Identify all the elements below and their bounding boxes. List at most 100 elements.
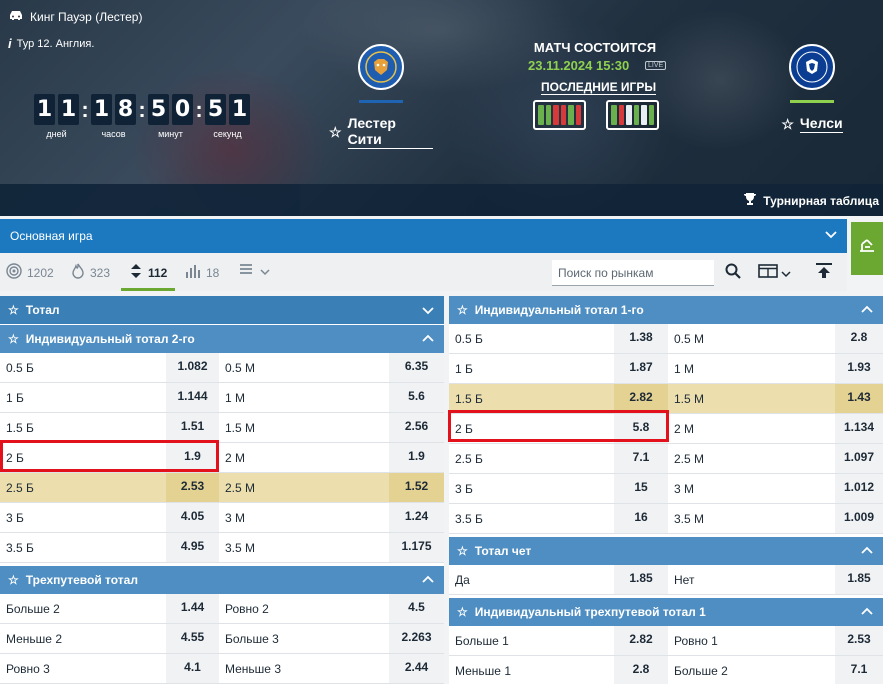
odds-button[interactable]: 1.134 <box>835 414 883 443</box>
odds-button[interactable]: 1.43 <box>835 384 883 413</box>
odds-button[interactable]: 2.44 <box>389 654 444 683</box>
market-search-input[interactable]: Поиск по рынкам <box>552 260 714 286</box>
filter-sorted[interactable]: 112 <box>129 263 167 282</box>
odds-button[interactable]: 2.82 <box>614 384 668 413</box>
odds-button[interactable]: 1.52 <box>389 473 444 502</box>
odds-button[interactable]: 2.8 <box>614 656 668 684</box>
chevron-down-icon <box>260 265 270 279</box>
odds-button[interactable]: 1.012 <box>835 474 883 503</box>
star-icon[interactable]: ☆ <box>457 544 468 558</box>
odds-button[interactable]: 1.24 <box>389 503 444 532</box>
outcome-label: Больше 2 <box>6 601 60 616</box>
market-row: Меньше 1 2.8 Больше 2 7.1 <box>449 656 883 684</box>
outcome-label: 2 Б <box>6 450 24 465</box>
odds-button[interactable]: 1.097 <box>835 444 883 473</box>
outcome-label: 3.5 М <box>674 511 705 526</box>
away-team[interactable]: ☆ Челси <box>770 44 854 133</box>
timer-hours: 18 часов <box>91 94 136 139</box>
ind2-market-rows: 0.5 Б 1.082 0.5 М 6.35 1 Б 1.144 1 М 5.6 1.5 Б 1.… <box>0 353 444 563</box>
home-team-name[interactable]: Лестер Сити <box>347 115 433 149</box>
odds-button[interactable]: 4.95 <box>166 533 219 562</box>
market-header-ind3[interactable]: ☆ Индивидуальный трехпутевой тотал 1 <box>449 598 883 626</box>
odds-button[interactable]: 4.5 <box>389 594 444 623</box>
list-view-toggle[interactable] <box>239 263 270 280</box>
filter-popular[interactable]: 323 <box>71 263 110 282</box>
odds-button[interactable]: 2.263 <box>389 624 444 653</box>
odds-button[interactable]: 1.144 <box>166 383 219 412</box>
odds-button[interactable]: 2.53 <box>835 626 883 655</box>
odds-button[interactable]: 1.44 <box>166 594 219 623</box>
market-row: 1 Б 1.87 1 М 1.93 <box>449 354 883 384</box>
tournament-title: Кинг Пауэр (Лестер) <box>8 9 142 24</box>
timer-minutes: 50 минут <box>148 94 193 139</box>
last-games-link[interactable]: ПОСЛЕДНИЕ ИГРЫ <box>541 80 657 95</box>
odds-button[interactable]: 15 <box>614 474 668 503</box>
target-icon <box>6 263 22 282</box>
odds-button[interactable]: 7.1 <box>835 656 883 684</box>
star-icon[interactable]: ☆ <box>457 605 468 619</box>
favorite-star-icon[interactable]: ☆ <box>781 116 794 133</box>
odds-button[interactable]: 6.35 <box>389 353 444 382</box>
outcome-label: 2.5 Б <box>6 480 34 495</box>
odds-button[interactable]: 4.55 <box>166 624 219 653</box>
market-row: 3 Б 15 3 М 1.012 <box>449 474 883 504</box>
star-icon[interactable]: ☆ <box>8 573 19 587</box>
live-badge: LIVE <box>645 61 667 70</box>
star-icon[interactable]: ☆ <box>457 303 468 317</box>
star-icon[interactable]: ☆ <box>8 332 19 346</box>
filter-stats[interactable]: 18 <box>185 263 219 282</box>
odds-button[interactable]: 1.85 <box>835 565 883 594</box>
odds-button[interactable]: 4.05 <box>166 503 219 532</box>
odds-button[interactable]: 1.9 <box>166 443 219 472</box>
odds-button[interactable]: 1.175 <box>389 533 444 562</box>
market-row: 1.5 Б 1.51 1.5 М 2.56 <box>0 413 444 443</box>
market-header-three-way[interactable]: ☆ Трехпутевой тотал <box>0 566 444 594</box>
market-header-total[interactable]: ☆ Тотал <box>0 296 444 324</box>
timer-days: 11 дней <box>34 94 79 139</box>
outcome-label: Больше 2 <box>674 663 728 678</box>
odds-button[interactable]: 2.8 <box>835 324 883 353</box>
home-form-indicator[interactable] <box>533 100 586 130</box>
away-form-indicator[interactable] <box>606 100 659 130</box>
odds-button[interactable]: 1.082 <box>166 353 219 382</box>
tournament-table-link[interactable]: Турнирная таблица <box>743 192 879 209</box>
collapse-all-icon[interactable] <box>813 262 835 285</box>
chevron-up-icon <box>861 304 873 318</box>
filter-all[interactable]: 1202 <box>6 263 54 282</box>
odds-button[interactable]: 2.53 <box>166 473 219 502</box>
odds-button[interactable]: 5.6 <box>389 383 444 412</box>
odds-button[interactable]: 5.8 <box>614 414 668 443</box>
odds-button[interactable]: 1.93 <box>835 354 883 383</box>
market-header-ind1[interactable]: ☆ Индивидуальный тотал 1-го <box>449 296 883 324</box>
outcome-label: Ровно 3 <box>6 661 50 676</box>
odds-button[interactable]: 1.38 <box>614 324 668 353</box>
odds-button[interactable]: 2.82 <box>614 626 668 655</box>
home-team[interactable]: ☆ Лестер Сити <box>329 44 433 149</box>
chevron-down-icon <box>422 304 434 318</box>
main-game-dropdown[interactable]: Основная игра <box>0 219 847 253</box>
chevron-down-icon <box>825 228 837 243</box>
odds-button[interactable]: 1.009 <box>835 504 883 533</box>
odds-button[interactable]: 7.1 <box>614 444 668 473</box>
odds-button[interactable]: 1.85 <box>614 565 668 594</box>
outcome-label: Больше 1 <box>455 633 509 648</box>
favorite-star-icon[interactable]: ☆ <box>329 124 342 141</box>
odds-button[interactable]: 16 <box>614 504 668 533</box>
side-panel-button[interactable] <box>851 222 883 275</box>
market-row: 2.5 Б 7.1 2.5 М 1.097 <box>449 444 883 474</box>
odds-button[interactable]: 1.87 <box>614 354 668 383</box>
round-info: i Тур 12. Англия. <box>8 36 95 51</box>
star-icon[interactable]: ☆ <box>8 303 19 317</box>
stats-icon <box>185 263 201 282</box>
odds-button[interactable]: 1.51 <box>166 413 219 442</box>
outcome-label: 2.5 Б <box>455 451 483 466</box>
search-icon[interactable] <box>725 263 741 284</box>
market-header-ind2[interactable]: ☆ Индивидуальный тотал 2-го <box>0 325 444 353</box>
away-team-name[interactable]: Челси <box>799 115 843 133</box>
layout-toggle[interactable] <box>758 264 791 283</box>
market-row: Да 1.85 Нет 1.85 <box>449 565 883 595</box>
odds-button[interactable]: 4.1 <box>166 654 219 683</box>
market-header-even-total[interactable]: ☆ Тотал чет <box>449 537 883 565</box>
odds-button[interactable]: 1.9 <box>389 443 444 472</box>
odds-button[interactable]: 2.56 <box>389 413 444 442</box>
